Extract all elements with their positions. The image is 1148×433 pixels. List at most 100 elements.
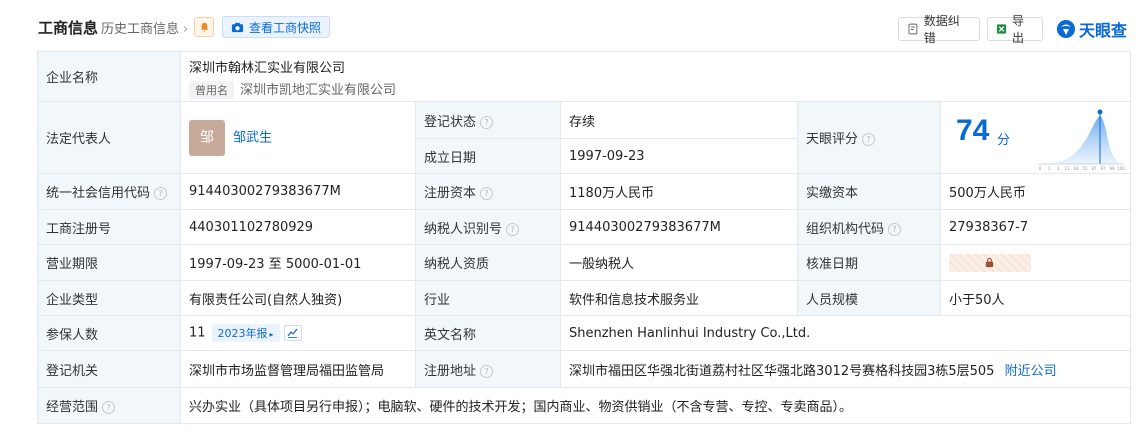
authority-label: 登记机关 — [37, 350, 181, 388]
company-name-label: 企业名称 — [37, 51, 181, 102]
address-cell: 深圳市福田区华强北街道荔村社区华强北路3012号赛格科技园3栋5层505 附近公… — [559, 350, 1132, 388]
tax-id-label: 纳税人识别号 — [424, 221, 503, 237]
credit-code: 91440300279383677M — [180, 173, 416, 210]
data-feedback-button[interactable]: 数据纠错 — [898, 14, 980, 45]
address: 深圳市福田区华强北街道荔村社区华强北路3012号赛格科技园3栋5层505 — [569, 363, 995, 379]
score-label: 天眼评分 — [806, 132, 859, 147]
score-tick-label: 11 — [1064, 166, 1070, 171]
paid-capital: 500万人民币 — [939, 173, 1132, 210]
table-row: 工商注册号 440301102780929 纳税人识别号? 9144030027… — [37, 209, 1132, 245]
reg-status-label: 登记状态 — [424, 114, 477, 130]
excel-icon — [996, 24, 1007, 34]
export-button[interactable]: 导出 — [987, 14, 1043, 45]
insured-cell: 11 2023年报 ▸ — [180, 315, 416, 351]
chevron-right-icon: › — [183, 22, 189, 37]
help-icon[interactable]: ? — [506, 222, 520, 236]
score-tick-label: 18 — [1073, 166, 1079, 171]
help-icon[interactable]: ? — [480, 115, 494, 129]
table-row: 参保人数 11 2023年报 ▸ 英文名称 Shenzhen Hanlinhui I… — [37, 315, 1132, 351]
score-unit: 分 — [997, 133, 1011, 148]
org-code: 27938367-7 — [939, 209, 1132, 245]
credit-code-label-cell: 统一社会信用代码? — [37, 173, 181, 210]
insured-label: 参保人数 — [37, 315, 181, 351]
period: 1997-09-23 至 5000-01-01 — [180, 244, 416, 281]
section-header: 工商信息 历史工商信息 › 查看工商快照 数据纠错 导出 天眼查 — [0, 0, 1148, 54]
reg-capital-label-cell: 注册资本? — [415, 173, 561, 210]
company-name: 深圳市翰林汇实业有限公司 — [189, 60, 346, 76]
table-row: 企业名称 深圳市翰林汇实业有限公司 曾用名 深圳市凯地汇实业有限公司 — [37, 51, 1132, 102]
help-icon[interactable]: ? — [480, 364, 494, 378]
help-icon[interactable]: ? — [862, 133, 876, 146]
insured-count: 11 — [189, 325, 206, 341]
industry-label: 行业 — [415, 280, 561, 316]
table-row: 统一社会信用代码? 91440300279383677M 注册资本? 1180万… — [37, 173, 1132, 210]
scope-label: 经营范围 — [46, 400, 99, 415]
address-label: 注册地址 — [424, 363, 477, 379]
score-tick-label: 3 — [1057, 166, 1060, 171]
trend-icon — [287, 328, 298, 338]
address-label-cell: 注册地址? — [415, 350, 561, 388]
tax-id-label-cell: 纳税人识别号? — [415, 209, 561, 245]
caret-right-icon: ▸ — [269, 330, 274, 339]
industry: 软件和信息技术服务业 — [560, 280, 798, 316]
business-info-panel: 工商信息 历史工商信息 › 查看工商快照 数据纠错 导出 天眼查 企业名称 深圳… — [0, 0, 1148, 433]
tianyancha-logo: 天眼查 — [1056, 17, 1127, 41]
snapshot-button[interactable]: 查看工商快照 — [222, 16, 331, 38]
score-ticks: 0 1 3 11 18 55 87 97 99 100 — [1038, 163, 1125, 171]
score-tick-label: 0 — [1039, 166, 1042, 171]
history-link[interactable]: 历史工商信息 › — [101, 18, 188, 37]
legal-rep-link[interactable]: 邹武生 — [233, 130, 272, 145]
reg-status: 存续 — [560, 101, 798, 139]
paid-capital-label: 实缴资本 — [797, 173, 941, 210]
score-tick-label: 99 — [1109, 166, 1115, 171]
tax-id: 91440300279383677M — [560, 209, 798, 245]
score-value: 74 — [956, 114, 990, 147]
nearby-companies-link[interactable]: 附近公司 — [1005, 364, 1057, 379]
score-tick-label: 87 — [1091, 166, 1097, 171]
trend-chart-button[interactable] — [283, 325, 302, 341]
section-title: 工商信息 — [38, 19, 99, 37]
camera-icon — [231, 22, 244, 32]
scope: 兴办实业（具体项目另行申报）；电脑软、硬件的技术开发；国内商业、物资供销业（不含… — [179, 387, 1132, 424]
reg-capital: 1180万人民币 — [560, 173, 798, 210]
business-info-table: 企业名称 深圳市翰林汇实业有限公司 曾用名 深圳市凯地汇实业有限公司 法定代表人 … — [37, 51, 1132, 424]
logo-icon — [1057, 20, 1075, 38]
period-label: 营业期限 — [37, 244, 181, 281]
reg-no: 440301102780929 — [180, 209, 416, 245]
annual-report-button[interactable]: 2023年报 ▸ — [211, 324, 280, 342]
reg-capital-label: 注册资本 — [424, 186, 477, 201]
former-name-tag: 曾用名 — [189, 80, 234, 99]
history-label: 历史工商信息 — [101, 22, 180, 37]
company-type: 有限责任公司(自然人独资) — [180, 280, 416, 316]
export-label: 导出 — [1012, 14, 1025, 45]
legal-rep-cell: 邹邹武生 — [180, 101, 416, 174]
locked-value[interactable] — [949, 253, 1031, 272]
help-icon[interactable]: ? — [154, 187, 168, 200]
score-tick-label: 97 — [1100, 166, 1106, 171]
table-row: 营业期限 1997-09-23 至 5000-01-01 纳税人资质 一般纳税人… — [37, 244, 1132, 281]
score-marker-dot — [1097, 109, 1103, 115]
reg-status-label-cell: 登记状态? — [415, 101, 561, 139]
approve-date-cell — [939, 244, 1132, 281]
org-code-label: 组织机构代码 — [806, 221, 885, 237]
en-name-label: 英文名称 — [415, 315, 561, 351]
staff: 小于50人 — [939, 280, 1132, 316]
help-icon[interactable]: ? — [888, 222, 902, 236]
company-name-cell: 深圳市翰林汇实业有限公司 曾用名 深圳市凯地汇实业有限公司 — [179, 51, 1132, 102]
score-tick-label: 55 — [1082, 166, 1088, 171]
score-cell[interactable]: 74 分 0 1 3 11 18 55 87 97 99 100 — [939, 101, 1132, 174]
help-icon[interactable]: ? — [102, 401, 116, 414]
en-name: Shenzhen Hanlinhui Industry Co.,Ltd. — [559, 315, 1132, 351]
former-name-line: 曾用名 深圳市凯地汇实业有限公司 — [189, 79, 1122, 99]
edit-doc-icon — [908, 23, 918, 35]
annual-report-label: 2023年报 — [217, 327, 268, 340]
authority: 深圳市市场监督管理局福田监管局 — [180, 350, 416, 388]
approve-date-label: 核准日期 — [797, 244, 941, 281]
feedback-label: 数据纠错 — [923, 14, 960, 45]
help-icon[interactable]: ? — [480, 187, 494, 200]
score-tick-label: 100 — [1117, 166, 1125, 171]
avatar[interactable]: 邹 — [189, 119, 225, 156]
scope-label-cell: 经营范围? — [37, 387, 181, 424]
bell-icon[interactable] — [194, 17, 214, 37]
logo-text: 天眼查 — [1079, 21, 1128, 40]
